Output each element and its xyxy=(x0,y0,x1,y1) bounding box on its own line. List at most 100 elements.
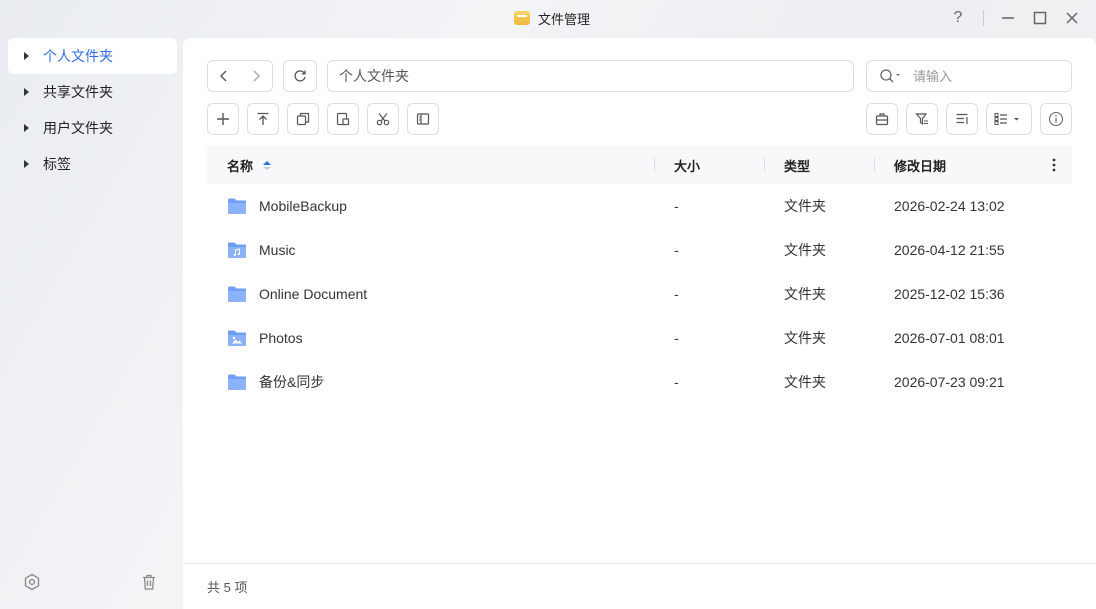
size-cell: - xyxy=(674,374,679,390)
column-label: 名称 xyxy=(227,158,254,174)
chevron-left-icon xyxy=(220,70,227,82)
copy-button[interactable] xyxy=(287,103,319,135)
modified-cell: 2026-07-23 09:21 xyxy=(894,374,1005,390)
window-title: 文件管理 xyxy=(538,11,591,27)
status-bar: 共 5 项 xyxy=(183,563,1096,609)
chevron-right-icon xyxy=(253,70,260,82)
file-name: 备份&同步 xyxy=(259,374,325,390)
column-label: 修改日期 xyxy=(894,158,947,174)
back-button[interactable] xyxy=(208,61,240,91)
caret-right-icon[interactable] xyxy=(24,52,29,60)
maximize-icon xyxy=(1033,11,1047,25)
sidebar-item-user-folder[interactable]: 用户文件夹 xyxy=(8,110,177,146)
trash-icon[interactable] xyxy=(139,572,159,592)
briefcase-icon xyxy=(875,113,889,126)
modified-cell: 2025-12-02 15:36 xyxy=(894,286,1005,302)
title-divider xyxy=(983,10,984,26)
column-label: 大小 xyxy=(674,158,701,174)
type-cell: 文件夹 xyxy=(784,286,826,302)
file-name: Photos xyxy=(259,330,303,346)
move-button[interactable] xyxy=(327,103,359,135)
maximize-button[interactable] xyxy=(1028,6,1052,30)
column-header-modified[interactable]: 修改日期 xyxy=(894,146,946,184)
cut-button[interactable] xyxy=(367,103,399,135)
folder-icon xyxy=(228,198,246,214)
column-header-type[interactable]: 类型 xyxy=(784,146,810,184)
type-cell: 文件夹 xyxy=(784,330,826,346)
cut-icon xyxy=(376,113,390,126)
sort-icon xyxy=(956,113,968,124)
column-divider[interactable] xyxy=(764,158,765,172)
modified-cell: 2026-02-24 13:02 xyxy=(894,198,1005,214)
caret-right-icon[interactable] xyxy=(24,160,29,168)
forward-button[interactable] xyxy=(240,61,272,91)
title-bar: 文件管理 ? xyxy=(0,0,1096,36)
history-nav xyxy=(207,60,273,92)
column-label: 类型 xyxy=(784,158,811,174)
caret-right-icon[interactable] xyxy=(24,88,29,96)
info-button[interactable] xyxy=(1040,103,1072,135)
app-title: 文件管理 xyxy=(514,8,590,28)
refresh-icon xyxy=(294,70,306,82)
column-divider[interactable] xyxy=(874,158,875,172)
search-input[interactable] xyxy=(913,62,1053,90)
sidebar: 个人文件夹 共享文件夹 用户文件夹 标签 xyxy=(0,36,183,609)
caret-right-icon[interactable] xyxy=(24,124,29,132)
file-name: Music xyxy=(259,242,296,258)
size-cell: - xyxy=(674,330,679,346)
column-options-button[interactable] xyxy=(1052,146,1056,184)
name-cell: Online Document xyxy=(227,272,367,316)
music-folder-icon xyxy=(228,242,246,258)
column-header-size[interactable]: 大小 xyxy=(674,146,700,184)
file-name: Online Document xyxy=(259,286,368,302)
modified-cell: 2026-07-01 08:01 xyxy=(894,330,1005,346)
minimize-button[interactable] xyxy=(996,6,1020,30)
column-divider[interactable] xyxy=(654,158,655,172)
size-cell: - xyxy=(674,242,679,258)
sort-asc-icon[interactable] xyxy=(261,160,273,170)
filter-button[interactable] xyxy=(906,103,938,135)
move-icon xyxy=(336,112,350,126)
minimize-icon xyxy=(1002,17,1014,19)
sidebar-item-label: 标签 xyxy=(43,156,71,172)
upload-icon xyxy=(257,112,269,125)
compress-button[interactable] xyxy=(407,103,439,135)
upload-button[interactable] xyxy=(247,103,279,135)
toolbox-button[interactable] xyxy=(866,103,898,135)
help-button[interactable]: ? xyxy=(946,6,970,30)
table-row[interactable]: Photos - 文件夹 2026-07-01 08:01 xyxy=(207,316,1072,360)
table-row[interactable]: MobileBackup - 文件夹 2026-02-24 13:02 xyxy=(207,184,1072,228)
type-cell: 文件夹 xyxy=(784,242,826,258)
refresh-button[interactable] xyxy=(283,60,317,92)
column-header-name[interactable]: 名称 xyxy=(227,146,273,184)
sidebar-item-tags[interactable]: 标签 xyxy=(8,146,177,182)
file-name: MobileBackup xyxy=(259,198,347,214)
hexagon-icon[interactable] xyxy=(22,572,42,592)
table-header: 名称 大小 类型 修改日期 xyxy=(207,146,1072,184)
close-button[interactable] xyxy=(1060,6,1084,30)
type-cell: 文件夹 xyxy=(784,374,826,390)
sort-button[interactable] xyxy=(946,103,978,135)
size-cell: - xyxy=(674,286,679,302)
sidebar-item-label: 个人文件夹 xyxy=(43,48,113,64)
plus-icon xyxy=(217,113,229,125)
search-box[interactable] xyxy=(866,60,1072,92)
name-cell: 备份&同步 xyxy=(227,360,324,404)
table-row[interactable]: Online Document - 文件夹 2025-12-02 15:36 xyxy=(207,272,1072,316)
view-mode-button[interactable] xyxy=(986,103,1032,135)
folder-icon xyxy=(228,286,246,302)
modified-cell: 2026-04-12 21:55 xyxy=(894,242,1005,258)
path-input[interactable] xyxy=(327,60,854,92)
photo-folder-icon xyxy=(228,330,246,346)
name-cell: Music xyxy=(227,228,296,272)
table-row[interactable]: 备份&同步 - 文件夹 2026-07-23 09:21 xyxy=(207,360,1072,404)
sidebar-item-personal-folder[interactable]: 个人文件夹 xyxy=(8,38,177,74)
search-icon[interactable] xyxy=(879,68,903,84)
sidebar-item-shared-folder[interactable]: 共享文件夹 xyxy=(8,74,177,110)
sidebar-item-label: 共享文件夹 xyxy=(43,84,113,100)
name-cell: MobileBackup xyxy=(227,184,347,228)
table-row[interactable]: Music - 文件夹 2026-04-12 21:55 xyxy=(207,228,1072,272)
new-button[interactable] xyxy=(207,103,239,135)
help-icon: ? xyxy=(953,9,963,26)
file-manager-app-icon xyxy=(514,11,530,25)
